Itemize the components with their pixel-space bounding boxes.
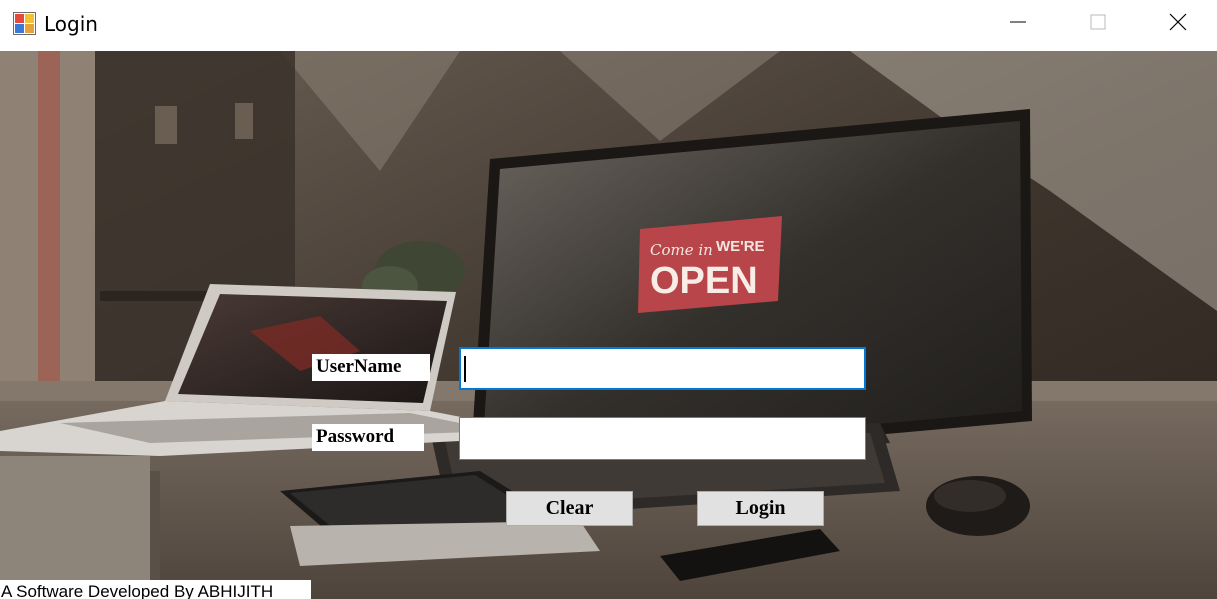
username-input[interactable] xyxy=(459,347,866,390)
close-button[interactable] xyxy=(1138,0,1217,48)
login-button[interactable]: Login xyxy=(697,491,824,526)
sign-were: WE'RE xyxy=(716,238,765,255)
maximize-icon xyxy=(1089,13,1107,36)
close-icon xyxy=(1169,13,1187,36)
sign-open: OPEN xyxy=(650,260,758,302)
form-client-area: Come in WE'RE OPEN UserName Password Cle… xyxy=(0,51,1217,599)
minimize-icon xyxy=(1009,13,1027,36)
password-label: Password xyxy=(312,424,424,451)
title-bar: Login xyxy=(0,0,1217,51)
maximize-button[interactable] xyxy=(1058,0,1138,48)
sign-come-in: Come in xyxy=(650,241,713,259)
credit-label: A Software Developed By ABHIJITH xyxy=(0,580,311,599)
minimize-button[interactable] xyxy=(978,0,1058,48)
app-form-icon xyxy=(13,12,36,35)
text-caret xyxy=(464,356,466,382)
username-label: UserName xyxy=(312,354,430,381)
password-input[interactable] xyxy=(459,417,866,460)
window-title: Login xyxy=(44,12,98,36)
clear-button[interactable]: Clear xyxy=(506,491,633,526)
